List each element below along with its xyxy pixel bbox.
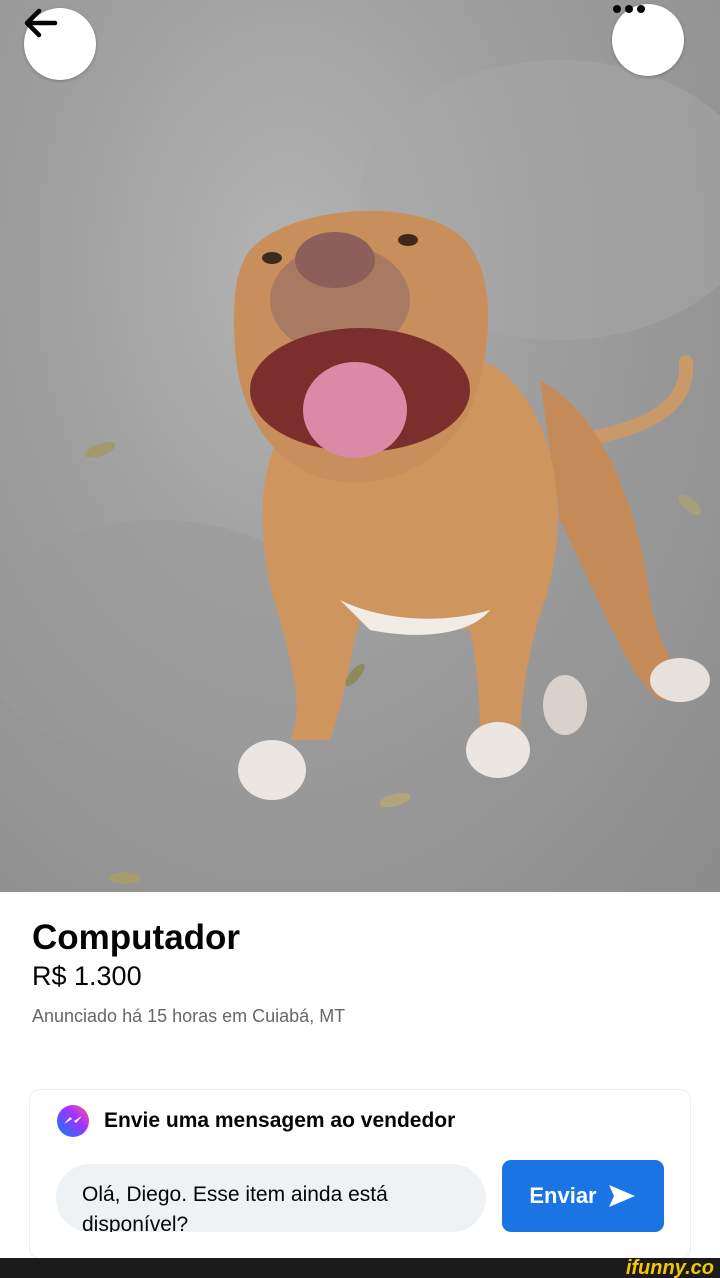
- arrow-left-icon: [24, 8, 58, 38]
- watermark-bar: ifunny.co: [0, 1258, 720, 1278]
- more-horizontal-icon: [613, 5, 645, 13]
- message-input-text: Olá, Diego. Esse item ainda está disponí…: [82, 1183, 388, 1232]
- messenger-icon: [57, 1105, 89, 1137]
- watermark-logo: ifunny.co: [625, 1257, 714, 1278]
- listing-info: Computador R$ 1.300 Anunciado há 15 hora…: [32, 916, 692, 1028]
- listing-price: R$ 1.300: [32, 961, 142, 991]
- listing-meta: Anunciado há 15 horas em Cuiabá, MT: [32, 1006, 346, 1026]
- back-button[interactable]: [24, 8, 96, 80]
- more-options-button[interactable]: [612, 4, 684, 76]
- send-button[interactable]: Enviar: [502, 1160, 664, 1232]
- send-button-label: Enviar: [529, 1183, 597, 1208]
- listing-photo[interactable]: [0, 0, 720, 892]
- message-card-title: Envie uma mensagem ao vendedor: [104, 1109, 456, 1132]
- message-seller-card: Envie uma mensagem ao vendedor Olá, Dieg…: [30, 1090, 690, 1258]
- dog-photo-image: [0, 60, 720, 884]
- message-input[interactable]: Olá, Diego. Esse item ainda está disponí…: [56, 1164, 486, 1232]
- send-arrow-icon: [608, 1185, 635, 1207]
- message-card-header: Envie uma mensagem ao vendedor: [56, 1104, 455, 1138]
- listing-title: Computador: [32, 918, 241, 957]
